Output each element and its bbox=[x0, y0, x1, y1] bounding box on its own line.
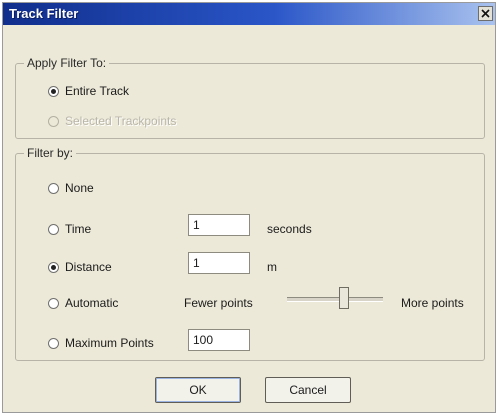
ok-button-label: OK bbox=[189, 383, 207, 397]
track-filter-dialog: Track Filter Apply Filter To: Entire Tra… bbox=[2, 2, 496, 413]
close-button[interactable] bbox=[478, 6, 493, 21]
radio-button[interactable] bbox=[48, 297, 59, 309]
distance-input[interactable]: 1 bbox=[188, 252, 250, 274]
radio-entire-track[interactable]: Entire Track bbox=[48, 84, 129, 98]
dialog-title: Track Filter bbox=[9, 6, 79, 21]
radio-automatic[interactable]: Automatic bbox=[48, 296, 118, 310]
radio-time-label: Time bbox=[65, 222, 92, 236]
more-points-label: More points bbox=[401, 296, 464, 310]
radio-maximum-points-label: Maximum Points bbox=[65, 336, 154, 350]
radio-distance-label: Distance bbox=[65, 260, 112, 274]
close-icon bbox=[481, 9, 490, 18]
time-input[interactable]: 1 bbox=[188, 214, 250, 236]
apply-filter-group-label: Apply Filter To: bbox=[24, 56, 110, 70]
radio-button[interactable] bbox=[48, 182, 59, 194]
radio-none-label: None bbox=[65, 181, 94, 195]
distance-unit-label: m bbox=[267, 260, 277, 274]
radio-maximum-points[interactable]: Maximum Points bbox=[48, 336, 154, 350]
filter-by-group-label: Filter by: bbox=[24, 146, 77, 160]
radio-button[interactable] bbox=[48, 223, 59, 235]
radio-distance[interactable]: Distance bbox=[48, 260, 112, 274]
radio-button[interactable] bbox=[48, 337, 59, 349]
radio-button[interactable] bbox=[48, 85, 59, 97]
radio-automatic-label: Automatic bbox=[65, 296, 119, 310]
points-slider-track[interactable] bbox=[287, 297, 383, 302]
radio-none[interactable]: None bbox=[48, 181, 94, 195]
radio-entire-track-label: Entire Track bbox=[65, 84, 130, 98]
cancel-button-label: Cancel bbox=[289, 383, 327, 397]
time-unit-label: seconds bbox=[267, 222, 312, 236]
radio-button bbox=[48, 115, 59, 127]
radio-selected-trackpoints-label: Selected Trackpoints bbox=[65, 114, 177, 128]
ok-button[interactable]: OK bbox=[155, 377, 241, 403]
fewer-points-label: Fewer points bbox=[184, 296, 253, 310]
radio-time[interactable]: Time bbox=[48, 222, 91, 236]
radio-selected-trackpoints: Selected Trackpoints bbox=[48, 114, 176, 128]
radio-button[interactable] bbox=[48, 261, 59, 273]
points-slider-thumb[interactable] bbox=[338, 287, 349, 309]
maximum-points-input[interactable]: 100 bbox=[188, 329, 250, 351]
cancel-button[interactable]: Cancel bbox=[265, 377, 351, 403]
title-bar[interactable]: Track Filter bbox=[3, 3, 495, 25]
